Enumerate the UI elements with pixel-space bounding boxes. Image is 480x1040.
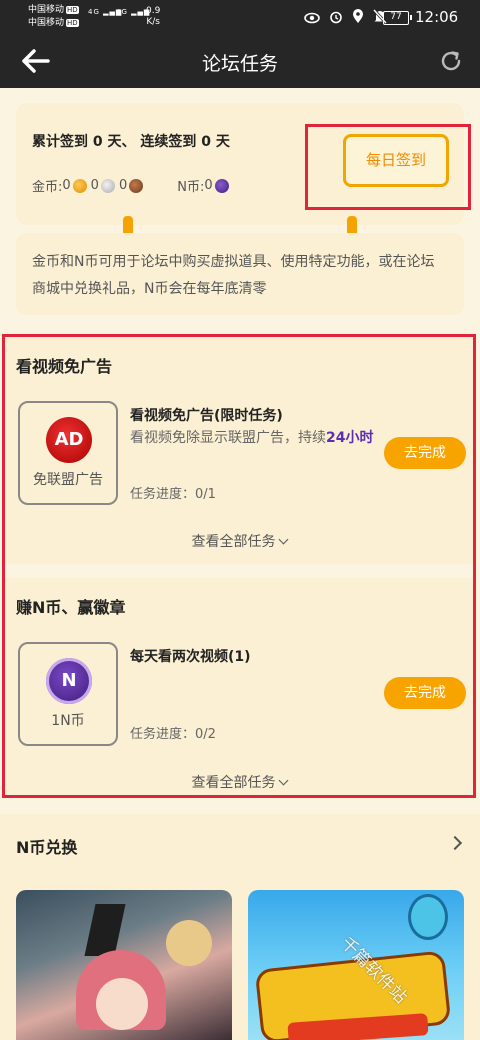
page-title: 论坛任务	[201, 53, 278, 75]
highlight-box	[305, 124, 471, 210]
carrier-2-name: 中国移动	[28, 18, 65, 28]
n-coin-label: N币:	[177, 180, 205, 195]
speed-unit: K/s	[146, 17, 160, 27]
eye-icon	[304, 9, 320, 28]
clock: 12:06	[415, 8, 459, 26]
network-speed: 0.9 K/s	[146, 6, 160, 28]
highlight-box	[2, 334, 476, 798]
location-icon	[352, 8, 364, 28]
silver-coin-icon	[100, 178, 115, 193]
network-type-2: 4G	[116, 8, 128, 16]
status-icons	[304, 8, 388, 28]
n-coin-icon	[214, 178, 229, 193]
currency-row: 金币: 0 0 0 N币: 0	[32, 176, 233, 195]
exchange-item-card[interactable]	[16, 890, 232, 1040]
hd-badge: HD	[66, 19, 79, 27]
chevron-right-icon[interactable]	[447, 835, 463, 851]
refresh-button[interactable]	[438, 48, 464, 74]
character-art	[166, 920, 212, 966]
hd-badge: HD	[66, 6, 79, 14]
refresh-icon	[441, 51, 461, 71]
bronze-value: 0	[118, 178, 128, 193]
character-art	[84, 904, 126, 956]
gold-label: 金币:	[32, 180, 63, 195]
network-type-1: 4G	[88, 8, 100, 16]
character-art	[96, 978, 148, 1030]
info-card: 金币和N币可用于论坛中购买虚拟道具、使用特定功能，或在论坛商城中兑换礼品，N币会…	[16, 233, 464, 315]
gold-value: 0	[62, 178, 71, 193]
alarm-icon	[329, 9, 343, 28]
sign-in-summary: 累计签到 0 天、 连续签到 0 天	[32, 134, 230, 150]
carrier-1: 中国移动 HD	[28, 5, 79, 15]
battery-icon: 77	[383, 11, 412, 25]
carrier-1-name: 中国移动	[28, 5, 65, 15]
speed-value: 0.9	[146, 6, 161, 16]
gold-coin-icon	[72, 178, 87, 193]
status-bar: 中国移动 HD 中国移动 HD 4G ▂▄▆ 4G ▂▄▆ 0.9 K/s 77 12…	[0, 0, 480, 34]
silver-value: 0	[90, 178, 99, 193]
top-bar: 中国移动 HD 中国移动 HD 4G ▂▄▆ 4G ▂▄▆ 0.9 K/s 77 12…	[0, 0, 480, 88]
n-coin-value: 0	[204, 178, 213, 193]
exchange-title: N币兑换	[16, 838, 78, 857]
carrier-2: 中国移动 HD	[28, 18, 79, 28]
bronze-coin-icon	[129, 178, 144, 193]
game-art	[408, 894, 448, 940]
n-coin-exchange-header[interactable]: N币兑换	[0, 814, 480, 874]
